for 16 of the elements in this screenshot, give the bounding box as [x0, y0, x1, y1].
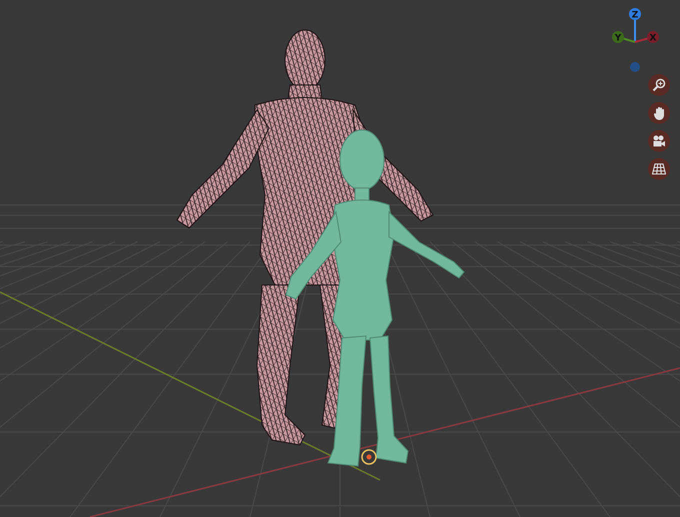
axis-handle-icon[interactable] [634, 31, 659, 43]
axis-handle-icon[interactable] [612, 31, 636, 43]
axis-label: Z [632, 10, 638, 20]
pan-tool-button[interactable] [648, 102, 670, 124]
camera-tool-button[interactable] [648, 130, 670, 152]
camera-icon [652, 134, 666, 148]
grid-tool-button[interactable] [648, 158, 670, 180]
origin-marker-icon [361, 449, 377, 465]
axis-handle-icon[interactable] [629, 8, 641, 42]
hand-icon [652, 106, 666, 120]
axis-label: Y [614, 34, 622, 44]
axis-label: X [650, 34, 656, 44]
negative-axis-handle-icon[interactable] [630, 62, 640, 72]
zoom-tool-button[interactable] [648, 74, 670, 96]
perspective-grid-icon [652, 163, 666, 175]
zoom-icon [652, 78, 666, 92]
